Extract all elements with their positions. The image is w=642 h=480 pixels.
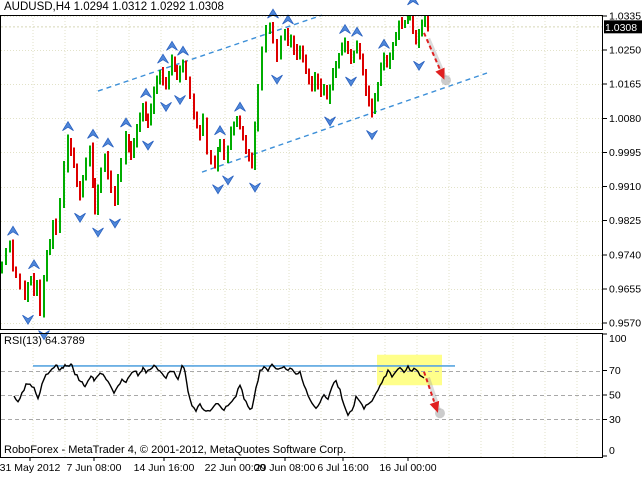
fractal-down-icon	[161, 102, 172, 111]
price-axis-label: 0.9570	[609, 317, 641, 329]
fractal-up-icon	[268, 9, 279, 18]
rsi-axis-label: 100	[609, 333, 627, 345]
chart-canvas[interactable]: 1.03351.02501.01651.00800.99950.99100.98…	[0, 0, 642, 480]
fractal-up-icon	[88, 129, 99, 138]
rsi-axis-label: 0	[609, 445, 615, 457]
fractal-down-icon	[250, 183, 261, 192]
price-axis-label: 0.9995	[609, 147, 641, 159]
price-axis-label: 0.9825	[609, 215, 641, 227]
fractal-up-icon	[167, 41, 178, 50]
fractal-up-icon	[158, 54, 169, 63]
rsi-axis[interactable]: 100 70 50 30 0	[603, 333, 627, 457]
fractal-down-icon	[110, 219, 121, 228]
fractal-down-icon	[346, 77, 357, 86]
price-axis-label: 0.9910	[609, 181, 641, 193]
fractal-up-icon	[352, 27, 363, 36]
fractal-up-icon	[408, 0, 419, 5]
fractal-down-icon	[93, 228, 104, 237]
rsi-axis-label: 70	[609, 365, 621, 377]
forecast-arrow-main[interactable]	[424, 33, 451, 85]
time-axis-label: 14 Jun 16:00	[134, 462, 195, 474]
panel-borders	[1, 16, 603, 458]
price-tag-value: 1.0308	[605, 22, 637, 34]
channel-lower-line[interactable]	[202, 73, 487, 172]
fractal-up-icon	[379, 39, 390, 48]
grid-layer	[1, 15, 603, 457]
fractal-up-icon	[141, 89, 152, 98]
fractal-down-icon	[175, 95, 186, 104]
fractal-up-icon	[103, 138, 114, 147]
fractal-up-icon	[63, 122, 74, 131]
price-axis-label: 1.0080	[609, 113, 641, 125]
fractal-down-icon	[223, 176, 234, 185]
fractal-up-icon	[178, 46, 189, 55]
current-price-tag: 1.0308	[604, 20, 642, 33]
mt4-chart-window: AUDUSD,H4 1.0294 1.0312 1.0292 1.0308 1.…	[0, 0, 642, 480]
fractal-down-icon	[143, 141, 154, 150]
time-axis-label: 16 Jul 00:00	[379, 462, 436, 474]
fractal-up-icon	[29, 260, 40, 269]
fractal-down-icon	[75, 213, 86, 222]
time-axis-label: 31 May 2012	[0, 462, 61, 474]
price-axis-label: 1.0165	[609, 79, 641, 91]
time-axis-label: 6 Jul 16:00	[317, 462, 369, 474]
rsi-label: RSI(13) 64.3789	[4, 335, 85, 347]
fractal-up-icon	[8, 226, 19, 235]
arrowhead-icon	[430, 401, 439, 413]
fractal-up-icon	[235, 102, 246, 111]
fractal-down-icon	[23, 315, 34, 324]
rsi-axis-label: 30	[609, 414, 621, 426]
price-axis-label: 0.9655	[609, 283, 641, 295]
fractal-up-icon	[340, 25, 351, 34]
price-axis-label: 0.9740	[609, 249, 641, 261]
price-axis[interactable]: 1.03351.02501.01651.00800.99950.99100.98…	[603, 11, 641, 330]
fractal-up-icon	[121, 118, 132, 127]
fractal-down-icon	[272, 75, 283, 84]
price-axis-label: 1.0250	[609, 45, 641, 57]
fractal-up-icon	[283, 15, 294, 24]
fractal-up-icon	[215, 126, 226, 135]
fractal-down-icon	[414, 61, 425, 70]
rsi-axis-label: 50	[609, 390, 621, 402]
time-axis-label: 7 Jun 08:00	[67, 462, 122, 474]
fractal-down-icon	[367, 130, 378, 139]
fractal-down-icon	[325, 117, 336, 126]
time-axis[interactable]: 31 May 20127 Jun 08:0014 Jun 16:0022 Jun…	[0, 458, 437, 474]
time-axis-label: 29 Jun 08:00	[255, 462, 316, 474]
candles-layer	[2, 9, 428, 318]
copyright-text: RoboForex - MetaTrader 4, © 2001-2012, M…	[4, 444, 346, 456]
fractal-down-icon	[213, 185, 224, 194]
main-panel-border	[1, 16, 603, 330]
